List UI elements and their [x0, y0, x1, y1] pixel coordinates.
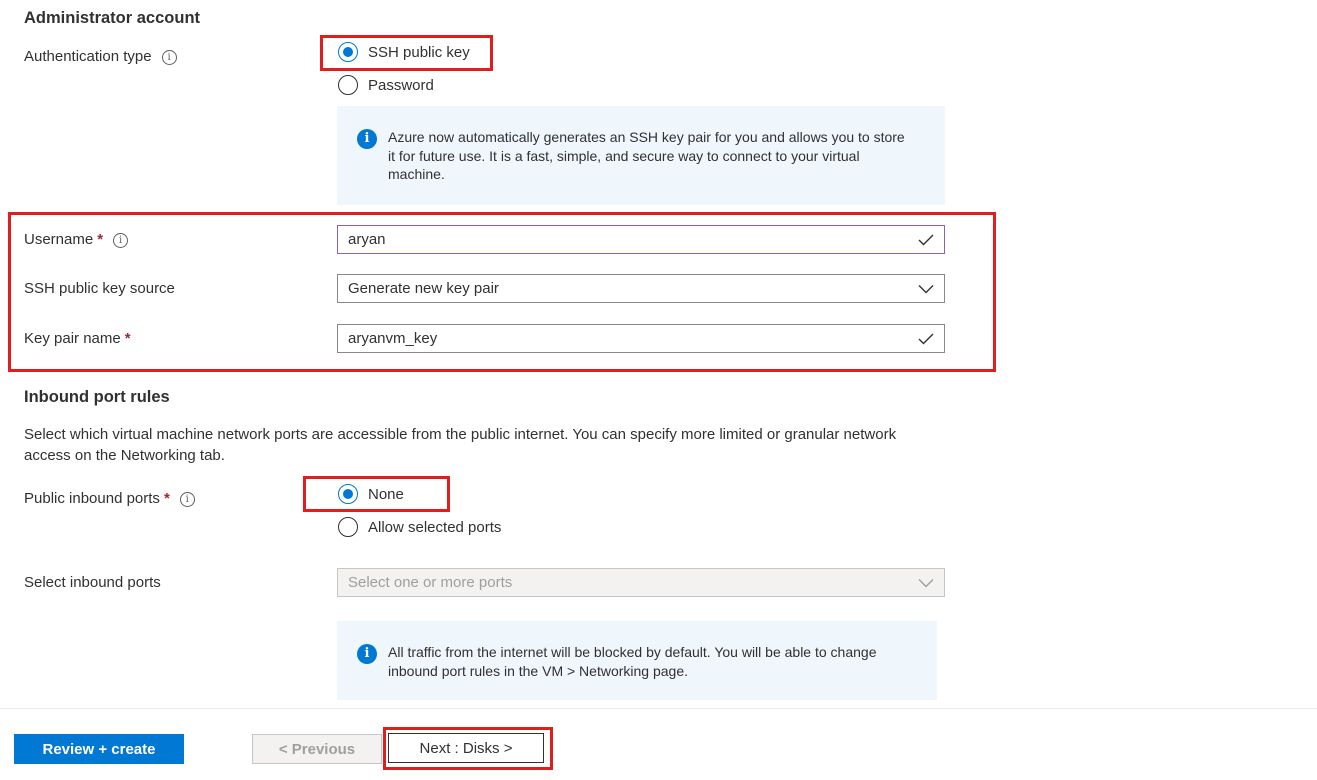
select-ports-label: Select inbound ports: [24, 574, 161, 591]
radio-password[interactable]: Password: [338, 75, 434, 95]
traffic-info-text: All traffic from the internet will be bl…: [388, 644, 877, 679]
radio-button-checked[interactable]: [338, 42, 358, 62]
traffic-info-box: i All traffic from the internet will be …: [337, 621, 937, 700]
checkmark-icon: [918, 234, 934, 245]
public-ports-label: Public inbound ports * i: [24, 490, 195, 507]
admin-heading: Administrator account: [24, 9, 201, 27]
info-icon[interactable]: i: [179, 491, 195, 507]
chevron-down-icon: [918, 284, 934, 293]
username-input[interactable]: aryan: [337, 225, 945, 254]
select-ports-dropdown[interactable]: Select one or more ports: [337, 568, 945, 597]
inbound-description: Select which virtual machine network por…: [24, 426, 897, 464]
review-create-button[interactable]: Review + create: [14, 734, 184, 764]
info-icon[interactable]: i: [113, 232, 129, 248]
footer-divider: [0, 708, 1317, 709]
ssh-source-label: SSH public key source: [24, 280, 175, 297]
username-value: aryan: [348, 231, 386, 248]
checkmark-icon: [918, 333, 934, 344]
required-mark: *: [97, 231, 104, 248]
select-ports-placeholder: Select one or more ports: [348, 574, 513, 591]
username-label: Username * i: [24, 231, 129, 248]
info-icon: i: [357, 644, 377, 664]
radio-none-label: None: [368, 485, 404, 503]
radio-allow-selected[interactable]: Allow selected ports: [338, 517, 501, 537]
info-icon: i: [357, 129, 377, 149]
radio-button[interactable]: [338, 517, 358, 537]
chevron-down-icon: [918, 578, 934, 587]
keypair-label: Key pair name *: [24, 330, 131, 347]
keypair-value: aryanvm_key: [348, 330, 438, 347]
radio-password-label: Password: [368, 76, 434, 94]
ssh-source-dropdown[interactable]: Generate new key pair: [337, 274, 945, 303]
required-mark: *: [163, 490, 170, 507]
previous-button[interactable]: < Previous: [252, 734, 382, 764]
ssh-info-box: i Azure now automatically generates an S…: [337, 106, 945, 205]
inbound-heading: Inbound port rules: [24, 388, 170, 406]
keypair-input[interactable]: aryanvm_key: [337, 324, 945, 353]
next-disks-button[interactable]: Next : Disks >: [388, 733, 544, 763]
radio-button[interactable]: [338, 75, 358, 95]
required-mark: *: [124, 330, 131, 347]
radio-ssh-public-key[interactable]: SSH public key: [338, 42, 470, 62]
auth-type-label: Authentication type i: [24, 48, 177, 65]
ssh-source-value: Generate new key pair: [348, 280, 499, 297]
radio-none[interactable]: None: [338, 484, 404, 504]
radio-allow-label: Allow selected ports: [368, 518, 502, 536]
radio-button-checked[interactable]: [338, 484, 358, 504]
radio-ssh-label: SSH public key: [368, 43, 470, 61]
ssh-info-text: Azure now automatically generates an SSH…: [388, 129, 905, 182]
info-icon[interactable]: i: [161, 49, 177, 65]
